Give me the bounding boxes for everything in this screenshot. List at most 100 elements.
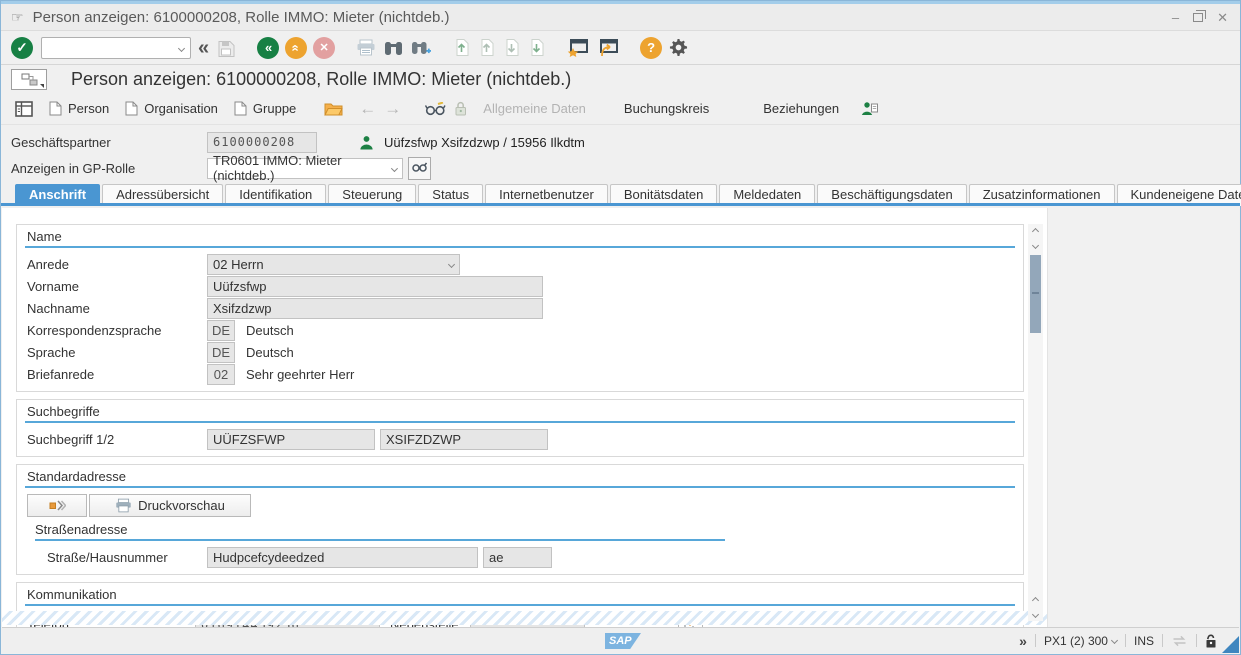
insert-mode-indicator[interactable]: INS bbox=[1134, 634, 1154, 648]
open-partner-button[interactable] bbox=[320, 97, 347, 121]
document-icon bbox=[234, 101, 247, 116]
help-button[interactable]: ? bbox=[640, 37, 662, 59]
save-icon bbox=[217, 39, 236, 57]
page-down-icon bbox=[503, 38, 520, 57]
address-versions-icon bbox=[49, 499, 66, 512]
new-session-button[interactable] bbox=[566, 37, 590, 58]
korrespondenzsprache-field[interactable]: DE bbox=[207, 320, 235, 341]
cancel-button[interactable]: ✕ bbox=[313, 37, 335, 59]
clipped-content-indicator bbox=[2, 611, 1047, 625]
window-star-icon bbox=[567, 38, 589, 57]
suchbegriff1-field[interactable]: UÜFZSFWP bbox=[207, 429, 375, 450]
suchbegriff-row: Suchbegriff 1/2 UÜFZSFWP XSIFZDZWP bbox=[25, 429, 1015, 450]
cancel-icon: ✕ bbox=[320, 41, 329, 54]
scroll-down-bottom-icon[interactable] bbox=[1028, 607, 1043, 621]
exit-button[interactable]: « bbox=[285, 37, 307, 59]
vorname-row: Vorname Uüfzsfwp bbox=[25, 276, 1015, 297]
close-icon[interactable]: ✕ bbox=[1217, 11, 1228, 24]
buchungskreis-button[interactable]: Buchungskreis bbox=[620, 97, 713, 121]
back-button[interactable]: « bbox=[257, 37, 279, 59]
address-versions-button[interactable] bbox=[27, 494, 87, 517]
page-down-button[interactable] bbox=[502, 37, 521, 58]
services-for-object-button[interactable] bbox=[11, 69, 47, 90]
last-page-button[interactable] bbox=[527, 37, 546, 58]
allgemeine-daten-button[interactable]: Allgemeine Daten bbox=[479, 97, 590, 121]
worklist-button[interactable] bbox=[11, 97, 37, 121]
find-next-button[interactable] bbox=[410, 39, 432, 57]
previous-partner-button[interactable]: ← bbox=[355, 97, 380, 121]
partner-relationship-button[interactable] bbox=[857, 97, 882, 121]
subsection-rule bbox=[35, 539, 725, 541]
anrede-dropdown[interactable]: 02 Herrn bbox=[207, 254, 460, 275]
sprache-field[interactable]: DE bbox=[207, 342, 235, 363]
print-button[interactable] bbox=[355, 38, 377, 57]
transaction-title-row: Person anzeigen: 6100000208, Rolle IMMO:… bbox=[1, 65, 1240, 93]
unlocked-icon[interactable] bbox=[1205, 634, 1217, 648]
name-groupbox: Name Anrede 02 Herrn Vorname Uüfzsfwp Na… bbox=[16, 224, 1024, 392]
vorname-field[interactable]: Uüfzsfwp bbox=[207, 276, 543, 297]
layout-menu-button[interactable] bbox=[668, 37, 689, 58]
first-page-button[interactable] bbox=[452, 37, 471, 58]
briefanrede-field[interactable]: 02 bbox=[207, 364, 235, 385]
lock-button[interactable] bbox=[450, 97, 471, 121]
system-info[interactable]: PX1 (2) 300 bbox=[1044, 634, 1117, 648]
role-row: Anzeigen in GP-Rolle TR0601 IMMO: Mieter… bbox=[11, 156, 1230, 180]
strassenadresse-subtitle: Straßenadresse bbox=[35, 522, 1015, 537]
anrede-value: 02 Herrn bbox=[213, 257, 264, 272]
beziehungen-button[interactable]: Beziehungen bbox=[759, 97, 843, 121]
restore-icon[interactable] bbox=[1193, 13, 1203, 22]
enter-button[interactable]: ✓ bbox=[11, 37, 33, 59]
organisation-button[interactable]: Organisation bbox=[121, 97, 222, 121]
nachname-label: Nachname bbox=[25, 301, 207, 316]
partner-number-field[interactable]: 6100000208 bbox=[207, 132, 317, 153]
resize-grip[interactable] bbox=[1222, 636, 1239, 653]
strasse-field[interactable]: Hudpcefcydeedzed bbox=[207, 547, 478, 568]
lock-icon bbox=[454, 101, 467, 116]
double-chevron-left-icon: « bbox=[198, 38, 209, 58]
create-shortcut-button[interactable] bbox=[596, 37, 620, 58]
nachname-field[interactable]: Xsifzdzwp bbox=[207, 298, 543, 319]
partner-row: Geschäftspartner 6100000208 Uüfzsfwp Xsi… bbox=[11, 130, 1230, 154]
address-button-row: Druckvorschau bbox=[27, 494, 1015, 517]
opera-glasses-icon bbox=[412, 162, 427, 174]
scroll-down-icon[interactable] bbox=[1028, 238, 1043, 252]
command-field[interactable] bbox=[41, 37, 191, 59]
gruppe-button[interactable]: Gruppe bbox=[230, 97, 300, 121]
scrollbar-thumb[interactable] bbox=[1030, 255, 1041, 333]
window-menu-icon[interactable]: ☞ bbox=[11, 9, 24, 26]
nachname-row: Nachname Xsifzdzwp bbox=[25, 298, 1015, 319]
suchbegriff2-field[interactable]: XSIFZDZWP bbox=[380, 429, 548, 450]
scroll-up-bottom-icon[interactable] bbox=[1028, 593, 1043, 607]
scroll-up-icon[interactable] bbox=[1028, 224, 1043, 238]
find-button[interactable] bbox=[383, 39, 404, 57]
sync-icon[interactable] bbox=[1171, 635, 1188, 647]
page-up-button[interactable] bbox=[477, 37, 496, 58]
glasses-icon bbox=[425, 102, 446, 116]
role-display-button[interactable] bbox=[408, 157, 431, 180]
hausnummer-field[interactable]: ae bbox=[483, 547, 552, 568]
briefanrede-label: Briefanrede bbox=[25, 367, 207, 382]
system-toolbar: ✓ « « « ✕ bbox=[1, 31, 1240, 65]
status-overflow-icon[interactable]: » bbox=[1019, 633, 1027, 649]
vertical-scrollbar[interactable] bbox=[1028, 224, 1043, 621]
display-change-toggle-button[interactable] bbox=[421, 97, 450, 121]
next-partner-button[interactable]: → bbox=[380, 97, 405, 121]
page-title: Person anzeigen: 6100000208, Rolle IMMO:… bbox=[71, 69, 571, 90]
role-dropdown[interactable]: TR0601 IMMO: Mieter (nichtdeb.) bbox=[207, 158, 403, 179]
section-rule bbox=[25, 246, 1015, 248]
sprache-text: Deutsch bbox=[246, 345, 294, 360]
chevron-down-icon bbox=[178, 44, 185, 51]
page-last-icon bbox=[528, 38, 545, 57]
vorname-label: Vorname bbox=[25, 279, 207, 294]
person-button[interactable]: Person bbox=[45, 97, 113, 121]
minimize-icon[interactable]: – bbox=[1172, 11, 1179, 24]
strasse-label: Straße/Hausnummer bbox=[25, 550, 207, 565]
chevron-down-icon bbox=[1111, 637, 1118, 644]
collapse-command-button[interactable]: « bbox=[197, 37, 210, 59]
window-titlebar: ☞ Person anzeigen: 6100000208, Rolle IMM… bbox=[1, 4, 1240, 31]
role-label: Anzeigen in GP-Rolle bbox=[11, 161, 207, 176]
druckvorschau-button[interactable]: Druckvorschau bbox=[89, 494, 251, 517]
gruppe-button-label: Gruppe bbox=[253, 101, 296, 116]
system-info-text: PX1 (2) 300 bbox=[1044, 634, 1108, 648]
save-button[interactable] bbox=[216, 38, 237, 58]
